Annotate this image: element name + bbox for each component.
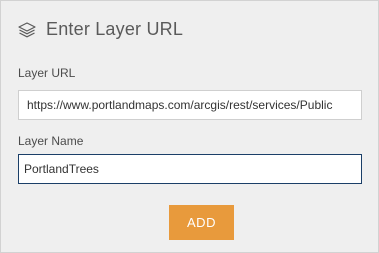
panel-header: Enter Layer URL — [17, 19, 183, 40]
add-layer-panel: Enter Layer URL Layer URL Layer Name ADD — [0, 0, 379, 253]
panel-title: Enter Layer URL — [46, 19, 184, 39]
layer-name-label: Layer Name — [18, 134, 84, 148]
layer-url-label: Layer URL — [18, 66, 76, 80]
layer-name-input[interactable] — [18, 154, 362, 184]
add-button[interactable]: ADD — [169, 205, 234, 240]
layers-icon — [18, 21, 36, 37]
layer-url-input[interactable] — [18, 90, 362, 120]
